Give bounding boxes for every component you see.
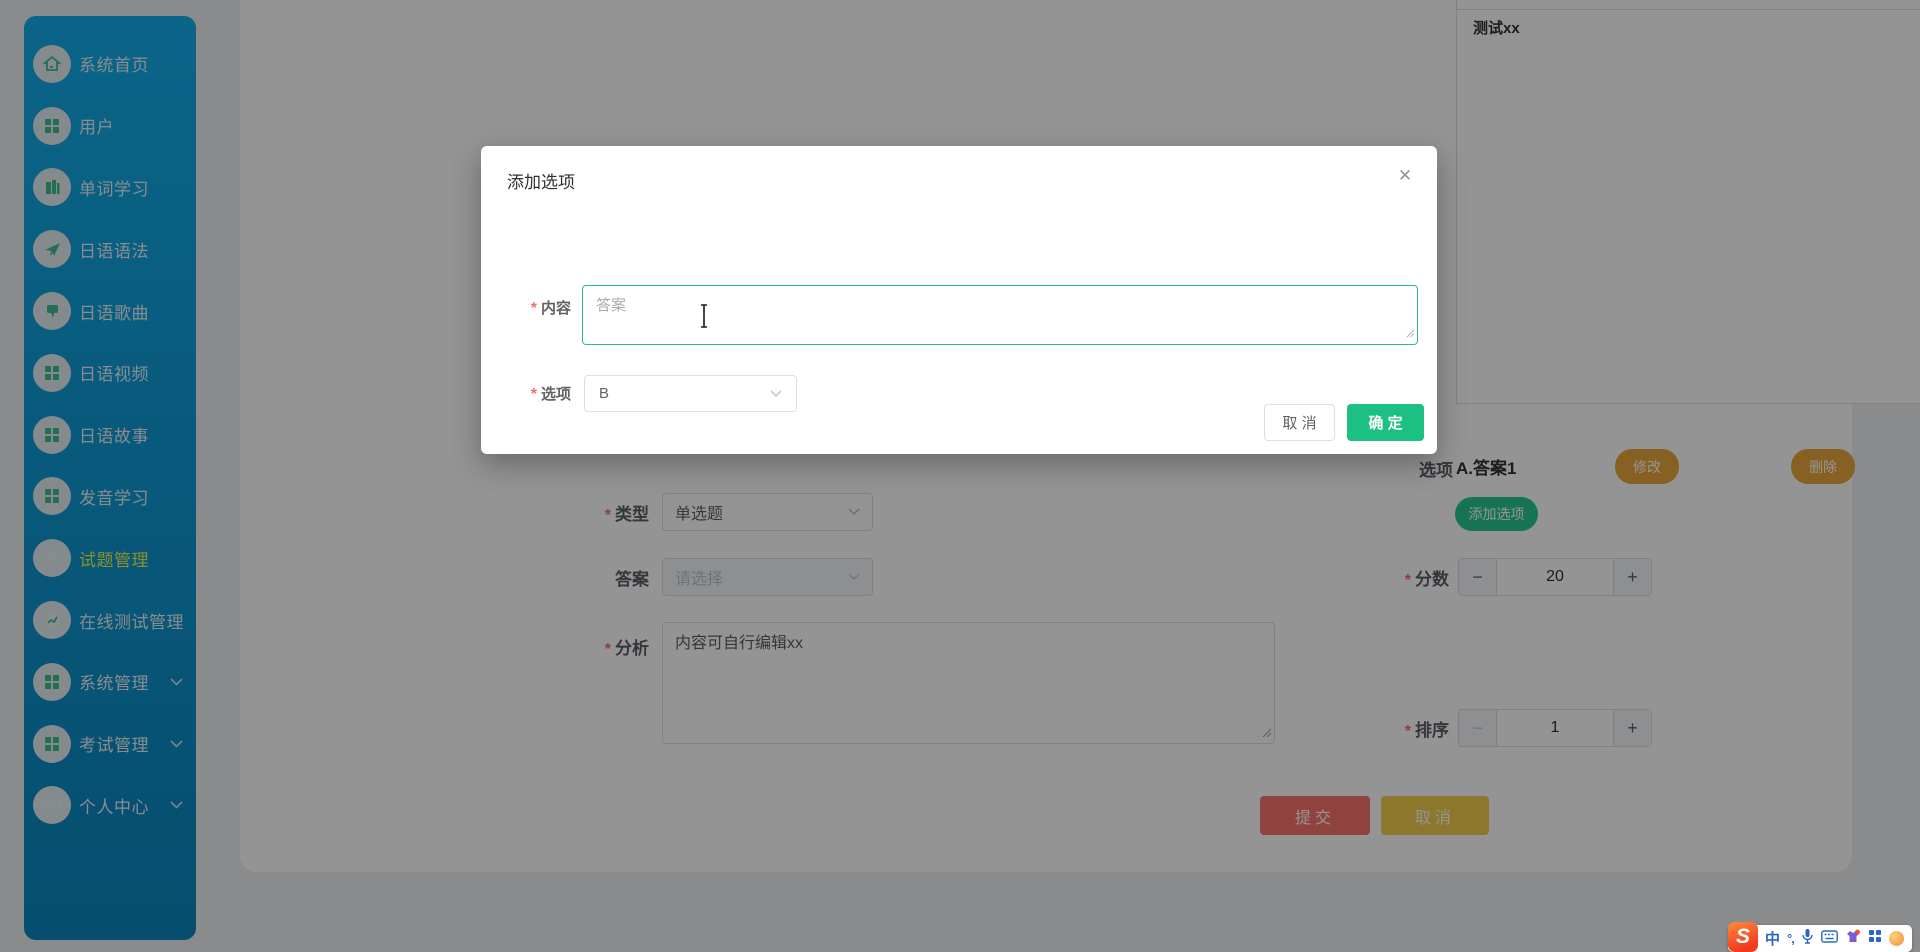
required-asterisk: *: [530, 300, 537, 317]
add-option-dialog: 添加选项 ✕ *选项 B *内容 取 消 确 定: [481, 146, 1437, 454]
text-cursor-icon: [698, 304, 710, 328]
punctuation-icon[interactable]: °,: [1787, 931, 1795, 946]
sogou-logo-icon[interactable]: S: [1728, 921, 1758, 952]
close-icon[interactable]: ✕: [1393, 164, 1417, 188]
chinese-mode-icon[interactable]: 中: [1765, 928, 1780, 949]
microphone-icon[interactable]: [1801, 928, 1814, 949]
dialog-content-row: * 内容: [481, 285, 1418, 350]
dialog-option-row: * 选项 B: [481, 375, 797, 412]
skin-icon[interactable]: [1845, 929, 1861, 949]
keyboard-icon[interactable]: [1820, 929, 1838, 948]
dialog-cancel-button[interactable]: 取 消: [1264, 404, 1335, 441]
dialog-confirm-button[interactable]: 确 定: [1347, 404, 1424, 441]
required-asterisk: *: [530, 386, 537, 403]
dialog-option-label: * 选项: [530, 386, 571, 403]
ime-toolbar: S 中 °,: [1728, 921, 1912, 952]
app-window: 系统首页 用户 单词学习 日语语法 日语歌曲 日语视频 日语故事 发音学习 试题…: [0, 0, 1920, 952]
dialog-content-label: * 内容: [530, 300, 571, 317]
dialog-option-select[interactable]: B: [584, 375, 797, 412]
dialog-title: 添加选项: [507, 173, 575, 192]
modal-backdrop: [0, 0, 1920, 952]
toolbox-icon[interactable]: [1868, 929, 1882, 948]
emoji-icon[interactable]: [1888, 931, 1904, 946]
chevron-down-icon: [770, 385, 782, 402]
resize-handle-icon[interactable]: [1406, 325, 1415, 343]
dialog-option-value: B: [599, 385, 610, 402]
